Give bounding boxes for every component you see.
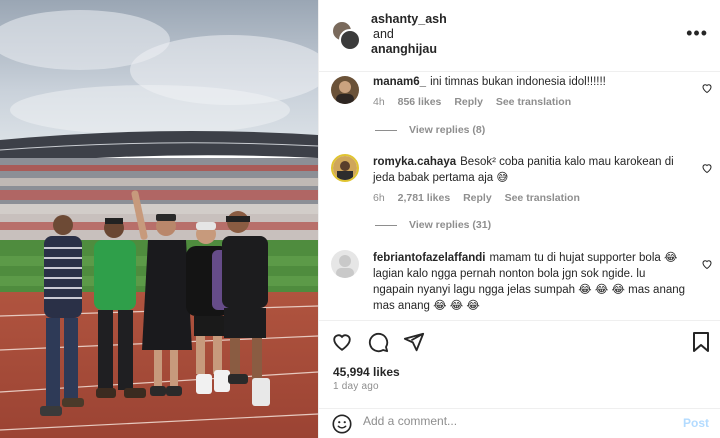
and-label: and xyxy=(373,27,394,41)
comment-username[interactable]: febriantofazelaffandi xyxy=(373,252,485,264)
heart-icon[interactable] xyxy=(701,82,713,94)
reply-button[interactable]: Reply xyxy=(454,96,483,108)
heart-icon[interactable] xyxy=(701,162,713,174)
reply-button[interactable]: Reply xyxy=(463,192,492,204)
add-comment-bar: Post xyxy=(319,408,720,438)
comment-time[interactable]: 4h xyxy=(373,96,385,108)
comment-body: febriantofazelaffandi mamam tu di hujat s… xyxy=(373,250,687,314)
avatar xyxy=(339,29,361,51)
comment-input[interactable] xyxy=(363,414,663,428)
post-details-panel: ashanty_ash and ananghijau ••• manam6_ in… xyxy=(318,0,720,438)
divider xyxy=(375,224,397,226)
comment-text: ini timnas bukan indonesia idol!!!!!! xyxy=(430,76,606,88)
divider xyxy=(375,129,397,131)
comment-meta: 4h 856 likes Reply See translation xyxy=(373,94,687,110)
comment-likes[interactable]: 856 likes xyxy=(398,96,442,108)
post-photo[interactable] xyxy=(0,0,318,438)
comment-meta: 6h 2,781 likes Reply See translation xyxy=(373,190,687,206)
heart-icon[interactable] xyxy=(331,331,353,353)
comment-body: romyka.cahaya Besok² coba panitia kalo ma… xyxy=(373,154,687,206)
post-comment-button[interactable]: Post xyxy=(683,416,709,430)
author-username-1[interactable]: ashanty_ash xyxy=(371,12,447,27)
author-username-2[interactable]: ananghijau xyxy=(371,42,447,57)
view-replies-label: View replies (31) xyxy=(409,219,492,231)
see-translation-button[interactable]: See translation xyxy=(496,96,571,108)
more-horizontal-icon[interactable]: ••• xyxy=(686,24,708,42)
comment-username[interactable]: manam6_ xyxy=(373,76,426,88)
share-icon[interactable] xyxy=(403,331,425,353)
collab-avatars[interactable] xyxy=(331,20,361,51)
collab-authors: ashanty_ash and ananghijau xyxy=(371,12,447,57)
emoji-icon[interactable] xyxy=(331,413,353,435)
view-replies-button[interactable]: View replies (31) xyxy=(375,219,491,231)
bookmark-icon[interactable] xyxy=(691,331,711,353)
avatar[interactable] xyxy=(331,250,359,278)
avatar[interactable] xyxy=(331,76,359,104)
heart-icon[interactable] xyxy=(701,258,713,270)
comments-list: manam6_ ini timnas bukan indonesia idol!!… xyxy=(319,72,720,320)
comment-icon[interactable] xyxy=(367,331,389,353)
post-header: ashanty_ash and ananghijau ••• xyxy=(319,0,720,72)
post-timestamp[interactable]: 1 day ago xyxy=(333,381,379,392)
view-replies-button[interactable]: View replies (8) xyxy=(375,124,485,136)
stadium-photo xyxy=(0,0,318,438)
comment-body: manam6_ ini timnas bukan indonesia idol!!… xyxy=(373,74,687,110)
comment-username[interactable]: romyka.cahaya xyxy=(373,156,456,168)
save-button[interactable] xyxy=(691,331,711,353)
view-replies-label: View replies (8) xyxy=(409,124,486,136)
comment-likes[interactable]: 2,781 likes xyxy=(398,192,451,204)
action-icons xyxy=(331,331,425,353)
likes-count[interactable]: 45,994 likes xyxy=(333,365,400,379)
avatar[interactable] xyxy=(331,154,359,182)
see-translation-button[interactable]: See translation xyxy=(505,192,580,204)
post-actions: 45,994 likes 1 day ago xyxy=(319,320,720,398)
comment-time[interactable]: 6h xyxy=(373,192,385,204)
